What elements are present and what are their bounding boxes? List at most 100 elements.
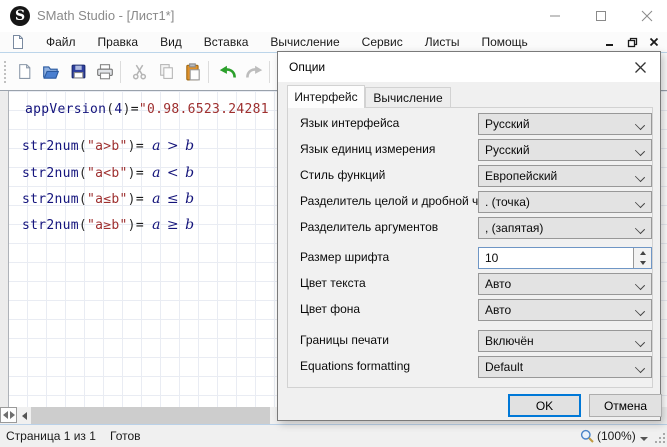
equals-sign: = [131,102,139,117]
select-interface-language[interactable]: Русский [478,113,652,135]
copy-button[interactable] [154,60,178,84]
close-icon [634,61,647,74]
save-floppy-icon [70,63,87,80]
copy-icon [158,63,175,80]
select-print-borders[interactable]: Включён [478,330,652,352]
paren: ( [79,166,87,181]
scrollbar-thumb[interactable] [31,407,270,424]
paren: ) [128,218,136,233]
print-button[interactable] [93,60,117,84]
chevron-down-icon [635,224,645,234]
mdi-minimize-button[interactable] [599,34,621,50]
window-minimize-button[interactable] [540,6,570,26]
page-status: Страница 1 из 1 [6,429,96,443]
triangle-up-icon [640,251,646,255]
menu-items: Файл Правка Вид Вставка Вычисление Серви… [35,33,539,51]
menu-edit[interactable]: Правка [87,33,150,51]
zoom-magnifier-icon[interactable] [580,429,595,444]
paste-button[interactable] [181,60,205,84]
side-panel-splitter[interactable] [0,91,9,408]
redo-arrow-icon [245,62,264,81]
splitter-left-icon [3,411,8,419]
menu-file[interactable]: Файл [35,33,87,51]
resize-grip[interactable] [653,431,665,443]
label-interface-language: Язык интерфейса [300,116,399,130]
undo-button[interactable] [215,60,239,84]
menu-insert[interactable]: Вставка [193,33,260,51]
function-name: str2num [22,192,79,207]
ready-status: Готов [110,429,141,443]
expression-appversion[interactable]: appVersion(4)="0.98.6523.24281 [25,102,269,117]
scroll-left-button[interactable] [18,407,31,424]
options-dialog: Опции Интерфейс Вычисление Язык интерфей… [277,51,661,421]
mdi-restore-button[interactable] [621,34,643,50]
select-arguments-separator[interactable]: , (запятая) [478,217,652,239]
math-result: a ≥ b [152,217,195,233]
string-result: "0.98.6523.24281 [139,102,269,117]
menu-calculation[interactable]: Вычисление [259,33,350,51]
printer-icon [96,63,114,81]
chevron-down-icon [635,337,645,347]
menu-view[interactable]: Вид [149,33,193,51]
window-maximize-button[interactable] [586,6,616,26]
cancel-button[interactable]: Отмена [589,394,662,417]
chevron-down-icon [635,363,645,373]
menu-tools[interactable]: Сервис [351,33,414,51]
tab-calculation[interactable]: Вычисление [365,87,451,108]
expression-str2num-lt[interactable]: str2num("a<b")= a < b [22,165,195,181]
dialog-close-button[interactable] [628,57,652,77]
select-text-color[interactable]: Авто [478,273,652,295]
selected-value: Авто [485,277,511,291]
select-function-style[interactable]: Европейский [478,165,652,187]
spinner-up-button[interactable] [634,248,651,258]
paren: ) [128,139,136,154]
selected-value: Европейский [485,169,557,183]
string-arg: "a≥b" [87,218,128,233]
select-decimal-separator[interactable]: . (точка) [478,191,652,213]
toolbar-grip[interactable] [4,61,9,83]
dialog-title-bar[interactable]: Опции [278,52,660,82]
minimize-icon [605,37,615,47]
redo-button[interactable] [242,60,266,84]
function-name: str2num [22,139,79,154]
zoom-dropdown-caret-icon[interactable] [640,437,648,445]
mdi-close-button[interactable] [643,34,665,50]
tab-interface[interactable]: Интерфейс [287,85,365,108]
ok-button[interactable]: OK [508,394,581,417]
open-file-button[interactable] [39,60,63,84]
chevron-down-icon [635,198,645,208]
window-close-button[interactable] [632,6,662,26]
tab-label: Вычисление [373,91,442,105]
chevron-down-icon [635,172,645,182]
expression-str2num-le[interactable]: str2num("a≤b")= a ≤ b [22,191,195,207]
string-arg: "a<b" [87,166,128,181]
menu-help[interactable]: Помощь [470,33,538,51]
scrollbar-splitter-handle[interactable] [0,407,17,423]
save-button[interactable] [66,60,90,84]
chevron-down-icon [635,280,645,290]
app-logo-icon: S [10,6,30,26]
toolbar-separator [269,61,270,83]
label-equations-formatting: Equations formatting [300,359,410,373]
select-background-color[interactable]: Авто [478,299,652,321]
equals-sign: = [136,139,144,154]
close-icon [649,37,659,47]
spinner-down-button[interactable] [634,258,651,268]
document-icon [10,34,26,50]
label-function-style: Стиль функций [300,168,385,182]
new-file-button[interactable] [12,60,36,84]
close-icon [641,10,653,22]
expression-str2num-gt[interactable]: str2num("a>b")= a > b [22,138,195,154]
window-title: SMath Studio - [Лист1*] [37,8,174,23]
menu-sheets[interactable]: Листы [414,33,471,51]
chevron-down-icon [635,120,645,130]
zoom-level[interactable]: (100%) [597,429,636,443]
function-name: str2num [22,166,79,181]
select-units-language[interactable]: Русский [478,139,652,161]
select-equations-formatting[interactable]: Default [478,356,652,378]
selected-value: Русский [485,143,530,157]
expression-str2num-ge[interactable]: str2num("a≥b")= a ≥ b [22,217,195,233]
font-size-spinner[interactable]: 10 [478,247,652,269]
paren: ) [128,192,136,207]
cut-button[interactable] [127,60,151,84]
